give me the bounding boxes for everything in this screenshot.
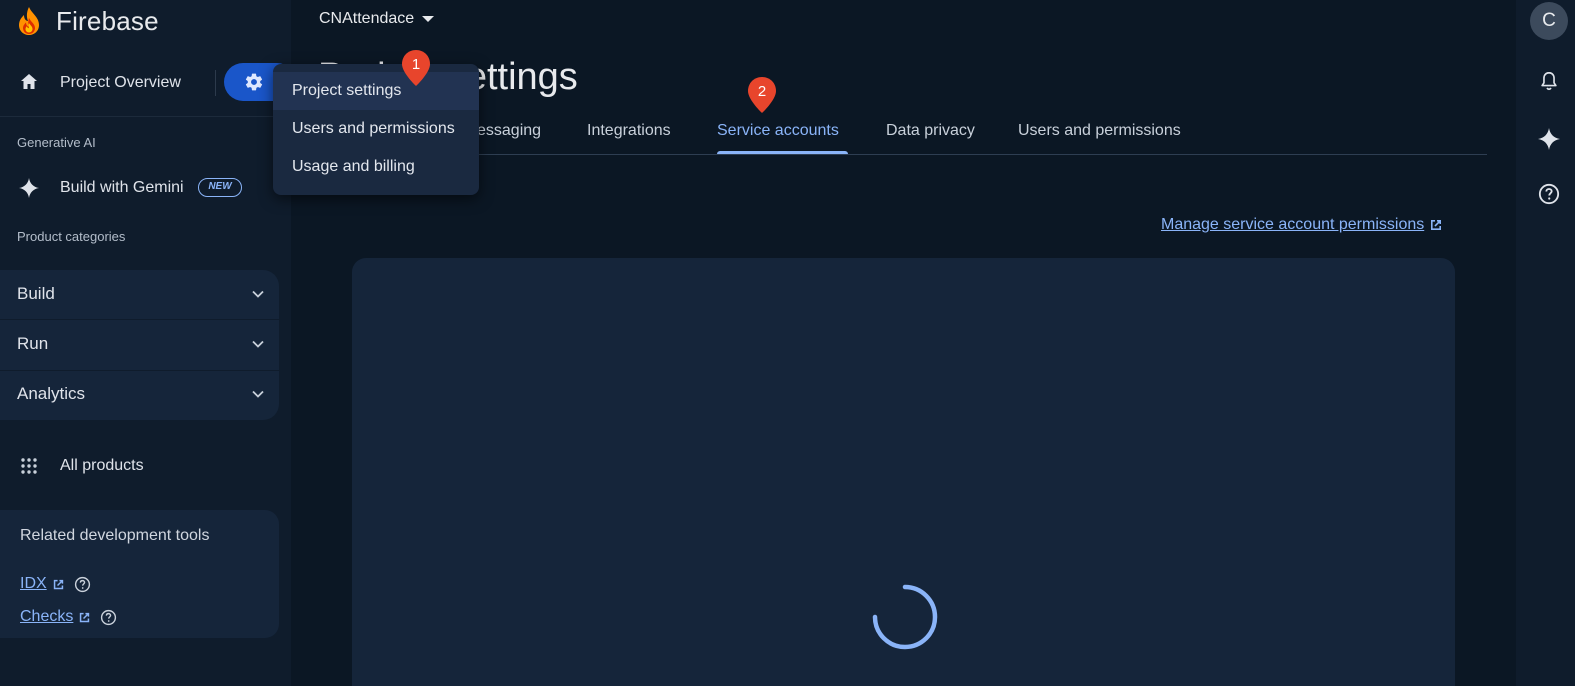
tab-service-accounts[interactable]: Service accounts bbox=[717, 122, 839, 140]
service-accounts-panel bbox=[352, 258, 1455, 686]
category-label: Build bbox=[17, 284, 55, 303]
category-run[interactable]: Run bbox=[0, 320, 279, 370]
tool-idx: IDX bbox=[20, 574, 91, 594]
project-selector[interactable]: CNAttendace bbox=[319, 10, 435, 28]
step-badge-label: 2 bbox=[758, 83, 766, 100]
all-products-link[interactable]: All products bbox=[0, 448, 291, 484]
menu-item-users-and-permissions[interactable]: Users and permissions bbox=[273, 110, 479, 148]
open-in-new-icon bbox=[80, 612, 90, 622]
open-in-new-icon bbox=[1431, 220, 1442, 230]
gemini-sparkle-icon[interactable] bbox=[1538, 128, 1560, 150]
loading-spinner-icon bbox=[872, 584, 938, 650]
active-tab-indicator bbox=[717, 151, 848, 154]
caret-down-icon bbox=[422, 16, 435, 22]
related-tools-card: Related development tools IDX Checks bbox=[0, 510, 279, 638]
all-products-label: All products bbox=[60, 457, 144, 474]
chevron-down-icon bbox=[252, 390, 264, 398]
related-tools-title: Related development tools bbox=[20, 527, 210, 544]
brand-name: Firebase bbox=[56, 5, 159, 36]
step-badge-label: 1 bbox=[412, 56, 420, 73]
right-rail bbox=[1516, 0, 1575, 686]
product-categories-card: Build Run Analytics bbox=[0, 270, 279, 420]
notifications-bell-icon[interactable] bbox=[1538, 70, 1560, 92]
sidebar-divider bbox=[0, 116, 291, 117]
step-badge-2: 2 bbox=[748, 77, 776, 113]
chevron-down-icon bbox=[252, 340, 264, 348]
tab-integrations[interactable]: Integrations bbox=[587, 122, 671, 140]
menu-item-project-settings[interactable]: Project settings bbox=[273, 72, 479, 110]
avatar[interactable]: C bbox=[1530, 2, 1568, 40]
tab-users-and-permissions[interactable]: Users and permissions bbox=[1018, 122, 1181, 140]
chevron-down-icon bbox=[252, 290, 264, 298]
firebase-logo-icon bbox=[19, 7, 39, 35]
tab-cloud-messaging[interactable]: essaging bbox=[477, 122, 541, 140]
tab-data-privacy[interactable]: Data privacy bbox=[886, 122, 975, 140]
overview-divider bbox=[215, 70, 216, 96]
open-in-new-icon bbox=[53, 579, 63, 589]
idx-link[interactable]: IDX bbox=[20, 575, 47, 593]
home-icon bbox=[21, 74, 37, 89]
settings-tabs: essaging Integrations Service accounts D… bbox=[320, 118, 1487, 155]
generative-ai-heading: Generative AI bbox=[17, 135, 96, 150]
category-analytics[interactable]: Analytics bbox=[0, 370, 279, 420]
step-badge-1: 1 bbox=[402, 50, 430, 86]
apps-grid-icon bbox=[21, 458, 37, 474]
category-label: Run bbox=[17, 334, 49, 353]
new-badge: NEW bbox=[198, 178, 242, 197]
help-icon[interactable] bbox=[1538, 183, 1560, 205]
project-name: CNAttendace bbox=[319, 10, 415, 27]
manage-service-account-permissions-link[interactable]: Manage service account permissions bbox=[1161, 216, 1444, 234]
product-categories-heading: Product categories bbox=[17, 229, 126, 244]
category-build[interactable]: Build bbox=[0, 270, 279, 320]
tool-checks: Checks bbox=[20, 607, 117, 627]
settings-dropdown-menu: Project settings Users and permissions U… bbox=[273, 64, 479, 195]
build-with-gemini-label: Build with Gemini bbox=[60, 179, 184, 196]
help-icon[interactable] bbox=[100, 609, 117, 626]
menu-item-usage-and-billing[interactable]: Usage and billing bbox=[273, 148, 479, 186]
category-label: Analytics bbox=[17, 384, 86, 403]
help-icon[interactable] bbox=[74, 576, 91, 593]
checks-link[interactable]: Checks bbox=[20, 608, 73, 626]
project-overview-label: Project Overview bbox=[60, 74, 181, 91]
manage-link-label: Manage service account permissions bbox=[1161, 216, 1425, 233]
firebase-brand[interactable]: Firebase bbox=[16, 4, 159, 38]
build-with-gemini-link[interactable]: Build with Gemini NEW bbox=[0, 170, 291, 206]
gear-icon bbox=[245, 73, 263, 91]
sparkle-icon bbox=[19, 178, 39, 198]
sidebar: Firebase Project Overview Generative AI … bbox=[0, 0, 291, 686]
